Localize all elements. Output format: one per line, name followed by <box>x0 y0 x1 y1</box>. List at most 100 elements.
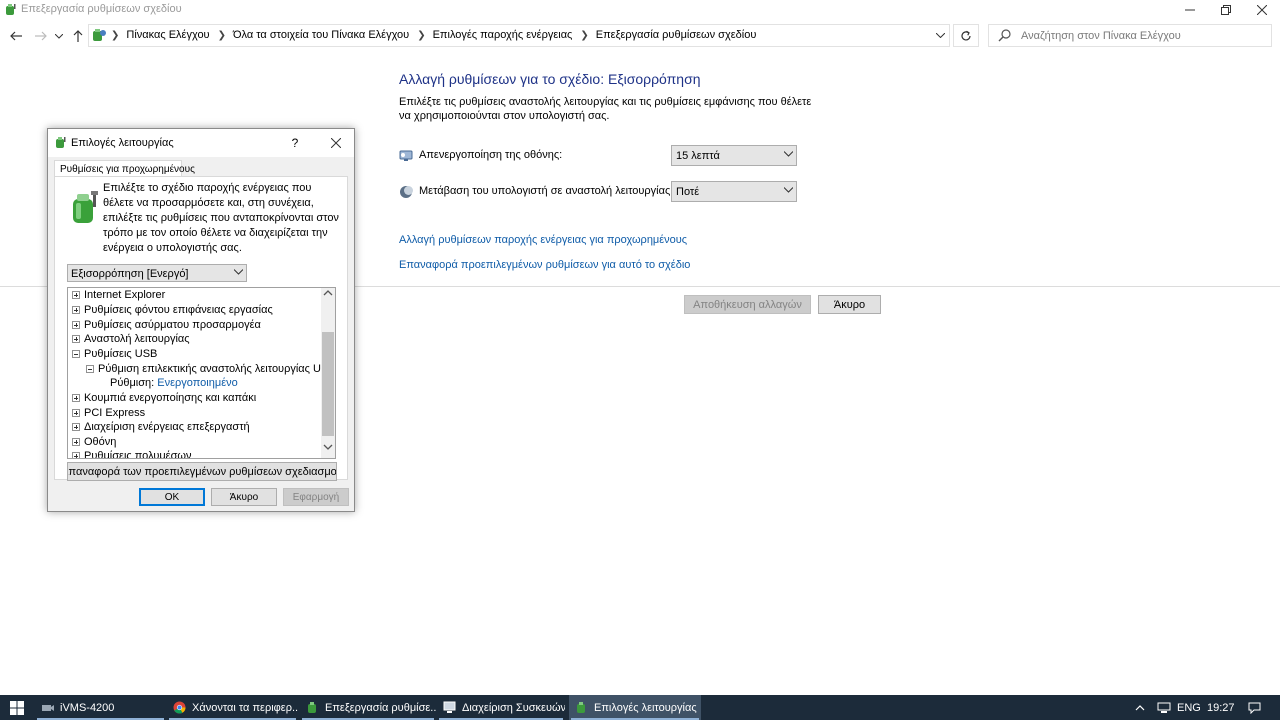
collapse-icon[interactable] <box>72 350 80 358</box>
close-button[interactable] <box>1244 0 1280 20</box>
expand-icon[interactable] <box>72 394 80 402</box>
expand-icon[interactable] <box>72 335 80 343</box>
expand-icon[interactable] <box>72 306 80 314</box>
tree-item-display[interactable]: Οθόνη <box>72 436 116 450</box>
plan-select[interactable]: Εξισορρόπηση [Ενεργό] <box>67 264 247 282</box>
maximize-button[interactable] <box>1208 0 1244 20</box>
address-dropdown-button[interactable] <box>933 28 947 43</box>
refresh-button[interactable] <box>953 24 979 47</box>
chevron-down-icon <box>935 33 945 38</box>
monitor-icon <box>399 150 413 161</box>
page-description: Επιλέξτε τις ρυθμίσεις αναστολής λειτουρ… <box>399 96 812 122</box>
tab-advanced-settings[interactable]: Ρυθμίσεις για προχωρημένους <box>54 160 195 177</box>
clock[interactable]: 19:27 <box>1207 695 1235 720</box>
minimize-button[interactable] <box>1172 0 1208 20</box>
tree-item-pci-express[interactable]: PCI Express <box>72 407 145 421</box>
expand-icon[interactable] <box>72 321 80 329</box>
cancel-button[interactable]: Άκυρο <box>818 295 881 314</box>
tree-item-usb-selective-suspend[interactable]: Ρύθμιση επιλεκτικής αναστολής λειτουργία… <box>86 363 335 377</box>
search-icon <box>998 29 1011 42</box>
collapse-icon[interactable] <box>86 365 94 373</box>
network-icon <box>1157 702 1171 713</box>
chevron-right-icon[interactable]: ❯ <box>417 30 425 41</box>
tree-item-power-buttons[interactable]: Κουμπιά ενεργοποίησης και καπάκι <box>72 392 256 406</box>
chrome-icon <box>173 701 186 714</box>
chevron-right-icon[interactable]: ❯ <box>218 30 226 41</box>
forward-arrow-icon <box>35 31 47 41</box>
breadcrumb-edit-plan[interactable]: Επεξεργασία ρυθμίσεων σχεδίου <box>596 29 757 41</box>
tree-item-wireless-adapter[interactable]: Ρυθμίσεις ασύρματου προσαρμογέα <box>72 319 261 333</box>
breadcrumb-all-items[interactable]: Όλα τα στοιχεία του Πίνακα Ελέγχου <box>233 29 409 41</box>
power-options-icon <box>56 137 66 148</box>
expand-icon[interactable] <box>72 423 80 431</box>
notifications-button[interactable] <box>1248 695 1261 720</box>
tree-item-usb[interactable]: Ρυθμίσεις USB <box>72 348 157 362</box>
sleep-label: Μετάβαση του υπολογιστή σε αναστολή λειτ… <box>419 185 674 197</box>
chevron-right-icon[interactable]: ❯ <box>580 30 588 41</box>
tree-scrollbar[interactable] <box>321 288 335 458</box>
back-button[interactable] <box>6 26 26 46</box>
taskbar-item-chrome[interactable]: Χάνονται τα περιφερ... <box>167 695 298 720</box>
plan-value: Εξισορρόπηση [Ενεργό] <box>71 268 189 280</box>
power-options-icon <box>6 4 16 15</box>
tree-item-internet-explorer[interactable]: Internet Explorer <box>72 289 165 303</box>
address-bar[interactable]: ❯ Πίνακας Ελέγχου ❯ Όλα τα στοιχεία του … <box>88 24 950 47</box>
ok-button[interactable]: OK <box>139 488 205 506</box>
dialog-title: Επιλογές λειτουργίας <box>71 137 174 149</box>
minimize-icon <box>1185 9 1195 11</box>
dialog-description: Επιλέξτε το σχέδιο παροχής ενέργειας που… <box>103 182 339 254</box>
tree-item-multimedia[interactable]: Ρυθμίσεις πολυμέσων <box>72 450 191 458</box>
chevron-down-icon <box>784 151 793 157</box>
restore-plan-defaults-button[interactable]: Επαναφορά των προεπιλεγμένων ρυθμίσεων σ… <box>67 462 337 481</box>
advanced-settings-link[interactable]: Αλλαγή ρυθμίσεων παροχής ενέργειας για π… <box>399 234 687 246</box>
device-manager-icon <box>443 701 456 713</box>
dialog-close-button[interactable] <box>324 133 348 153</box>
up-button[interactable] <box>68 26 88 46</box>
settings-tree[interactable]: Internet Explorer Ρυθμίσεις φόντου επιφά… <box>67 287 336 459</box>
breadcrumb-power-options[interactable]: Επιλογές παροχής ενέργειας <box>433 29 573 41</box>
setting-value[interactable]: Ενεργοποιημένο <box>157 377 237 389</box>
help-button[interactable]: ? <box>285 133 305 153</box>
language-indicator[interactable]: ENG <box>1177 695 1201 720</box>
taskbar-item-edit-plan[interactable]: Επεξεργασία ρυθμίσε... <box>300 695 436 720</box>
page-title: Αλλαγή ρυθμίσεων για το σχέδιο: Εξισορρό… <box>399 71 701 87</box>
scroll-down-icon[interactable] <box>323 444 333 450</box>
display-off-value: 15 λεπτά <box>676 150 720 162</box>
network-button[interactable] <box>1157 695 1171 720</box>
tree-item-setting[interactable]: Ρύθμιση: Ενεργοποιημένο <box>110 377 238 391</box>
chevron-down-icon <box>234 269 243 275</box>
expand-icon[interactable] <box>72 291 80 299</box>
expand-icon[interactable] <box>72 438 80 446</box>
show-hidden-icons-button[interactable] <box>1135 695 1145 720</box>
apply-button[interactable]: Εφαρμογή <box>283 488 349 506</box>
expand-icon[interactable] <box>72 409 80 417</box>
search-box[interactable]: Αναζήτηση στον Πίνακα Ελέγχου <box>988 24 1272 47</box>
taskbar-item-power-options[interactable]: Επιλογές λειτουργίας <box>569 695 701 720</box>
scrollbar-thumb[interactable] <box>322 332 334 436</box>
search-input[interactable]: Αναζήτηση στον Πίνακα Ελέγχου <box>1021 30 1181 42</box>
dialog-cancel-button[interactable]: Άκυρο <box>211 488 277 506</box>
taskbar-item-ivms[interactable]: iVMS-4200 <box>35 695 166 720</box>
display-off-select[interactable]: 15 λεπτά <box>671 145 797 166</box>
forward-button[interactable] <box>31 26 51 46</box>
sleep-value: Ποτέ <box>676 186 700 198</box>
power-options-icon <box>308 702 316 713</box>
moon-icon <box>400 186 413 198</box>
taskbar-item-device-manager[interactable]: Διαχείριση Συσκευών <box>437 695 565 720</box>
restore-defaults-link[interactable]: Επαναφορά προεπιλεγμένων ρυθμίσεων για α… <box>399 259 690 271</box>
breadcrumb-control-panel[interactable]: Πίνακας Ελέγχου <box>126 29 209 41</box>
sleep-select[interactable]: Ποτέ <box>671 181 797 202</box>
advanced-settings-panel: Επιλέξτε το σχέδιο παροχής ενέργειας που… <box>54 176 348 481</box>
recent-locations-button[interactable] <box>52 26 66 46</box>
tree-item-processor[interactable]: Διαχείριση ενέργειας επεξεργαστή <box>72 421 250 435</box>
camera-icon <box>42 705 54 711</box>
expand-icon[interactable] <box>72 452 80 458</box>
start-button[interactable] <box>4 699 30 717</box>
window-title: Επεξεργασία ρυθμίσεων σχεδίου <box>21 3 182 15</box>
tree-item-sleep[interactable]: Αναστολή λειτουργίας <box>72 333 190 347</box>
notification-icon <box>1248 702 1261 714</box>
back-arrow-icon <box>10 31 22 41</box>
scroll-up-icon[interactable] <box>323 290 333 296</box>
tree-item-desktop-background[interactable]: Ρυθμίσεις φόντου επιφάνειας εργασίας <box>72 304 273 318</box>
save-changes-button[interactable]: Αποθήκευση αλλαγών <box>684 295 811 314</box>
